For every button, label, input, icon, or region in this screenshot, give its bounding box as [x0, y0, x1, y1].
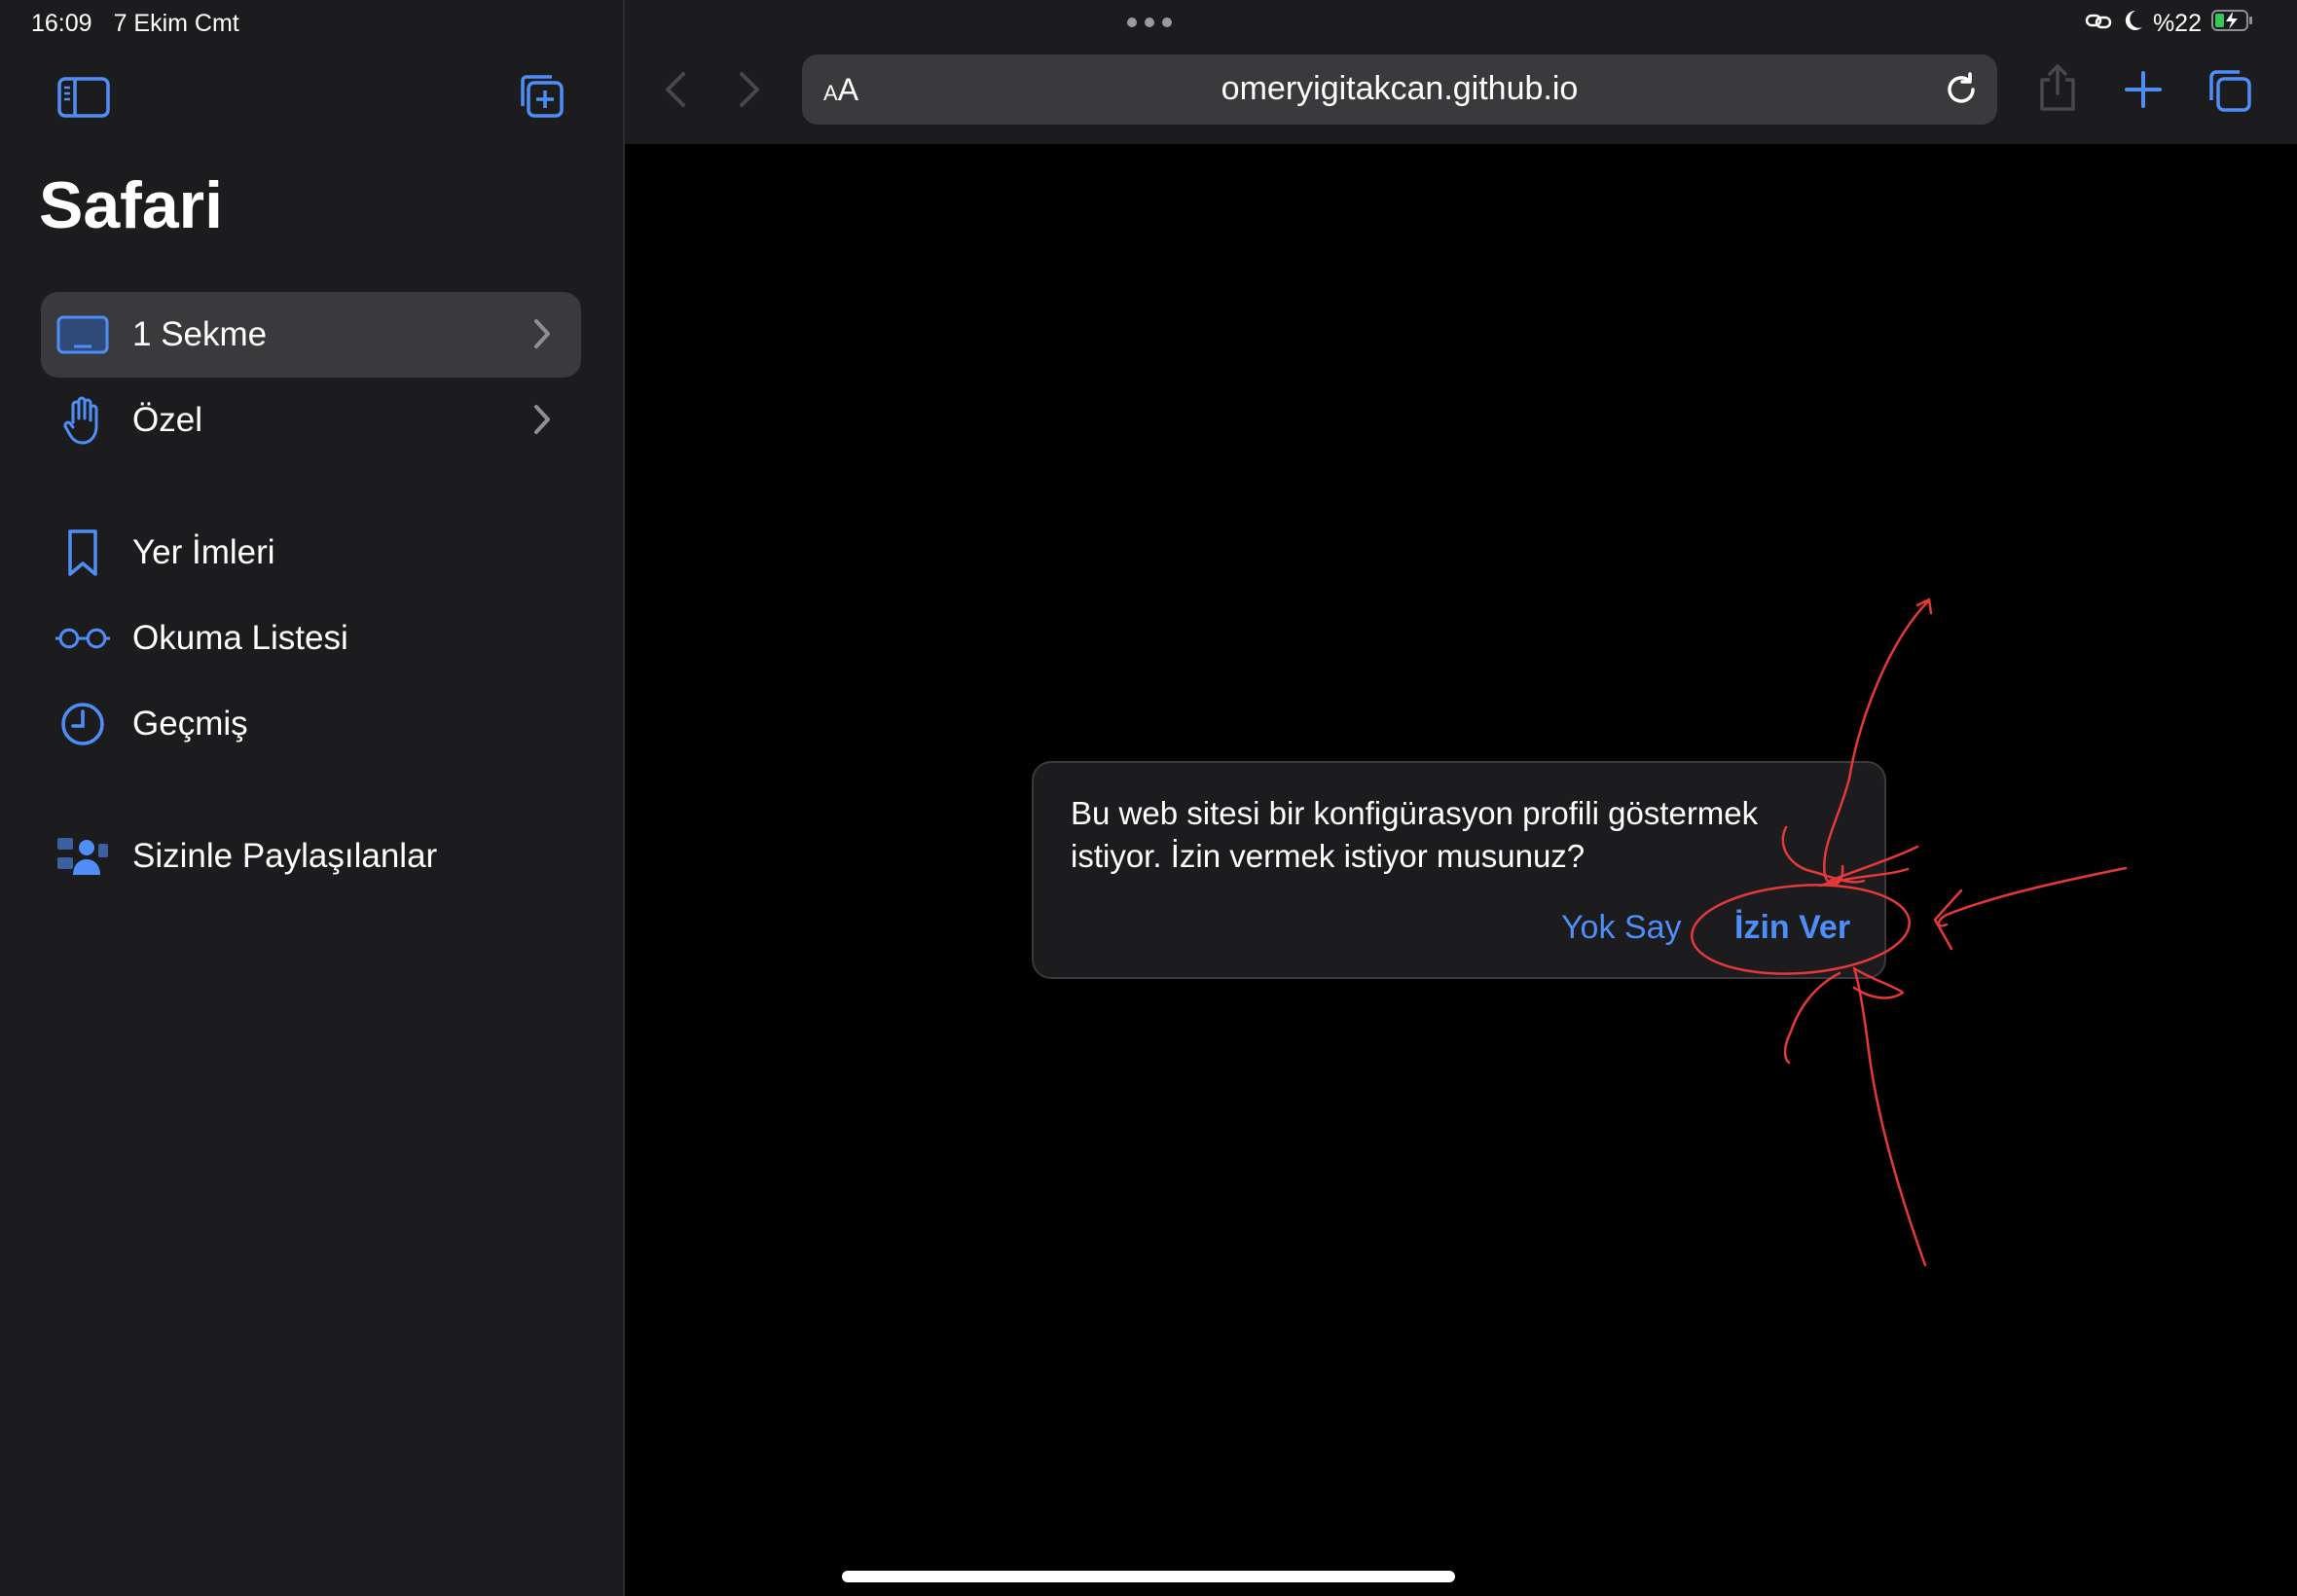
status-bar-right: %22	[2085, 8, 2254, 39]
sidebar-item-label: Özel	[132, 401, 202, 439]
sidebar-item-private[interactable]: Özel	[41, 378, 581, 463]
url-text: omeryigitakcan.github.io	[1221, 70, 1579, 107]
tab-icon	[55, 307, 111, 363]
dialog-message: Bu web sitesi bir konfigürasyon profili …	[1071, 795, 1759, 874]
reload-icon[interactable]	[1943, 71, 1980, 113]
address-bar[interactable]: AA omeryigitakcan.github.io	[802, 54, 1997, 125]
bookmark-icon	[55, 525, 111, 581]
new-tab-group-icon[interactable]	[516, 70, 566, 121]
sidebar-item-label: Okuma Listesi	[132, 619, 348, 657]
sidebar: 16:09 7 Ekim Cmt Safari 1 Sekme Özel Yer…	[0, 0, 625, 1596]
chevron-right-icon	[532, 403, 552, 441]
status-bar-left: 16:09 7 Ekim Cmt	[31, 8, 239, 39]
link-icon	[2085, 10, 2112, 38]
battery-percentage: %22	[2152, 9, 2202, 37]
hand-icon	[55, 392, 111, 449]
share-icon[interactable]	[2036, 60, 2079, 115]
multitasking-menu-icon[interactable]	[1127, 18, 1172, 27]
sidebar-item-shared-with-you[interactable]: Sizinle Paylaşılanlar	[41, 814, 581, 899]
allow-button[interactable]: İzin Ver	[1734, 909, 1850, 947]
status-date: 7 Ekim Cmt	[113, 9, 239, 37]
home-indicator	[842, 1571, 1455, 1582]
ignore-button[interactable]: Yok Say	[1561, 909, 1682, 947]
back-button[interactable]	[658, 68, 693, 111]
clock-icon	[55, 696, 111, 752]
sidebar-item-label: Geçmiş	[132, 705, 248, 743]
moon-icon	[2122, 9, 2143, 39]
sidebar-item-label: Yer İmleri	[132, 533, 275, 571]
tab-overview-icon[interactable]	[2206, 66, 2254, 115]
glasses-icon	[55, 610, 111, 667]
sidebar-item-label: 1 Sekme	[132, 315, 268, 353]
sidebar-item-reading-list[interactable]: Okuma Listesi	[41, 596, 581, 681]
sidebar-title: Safari	[39, 168, 223, 242]
status-time: 16:09	[31, 9, 92, 37]
sidebar-item-bookmarks[interactable]: Yer İmleri	[41, 510, 581, 596]
sidebar-toggle-icon[interactable]	[56, 74, 111, 121]
configuration-profile-dialog: Bu web sitesi bir konfigürasyon profili …	[1032, 761, 1886, 979]
sidebar-item-label: Sizinle Paylaşılanlar	[132, 837, 438, 875]
new-tab-plus-icon[interactable]	[2122, 68, 2165, 111]
forward-button[interactable]	[732, 68, 767, 111]
shared-people-icon	[55, 828, 111, 885]
sidebar-item-tabs[interactable]: 1 Sekme	[41, 292, 581, 378]
sidebar-item-history[interactable]: Geçmiş	[41, 681, 581, 767]
chevron-right-icon	[532, 317, 552, 355]
battery-charging-icon	[2211, 9, 2254, 39]
